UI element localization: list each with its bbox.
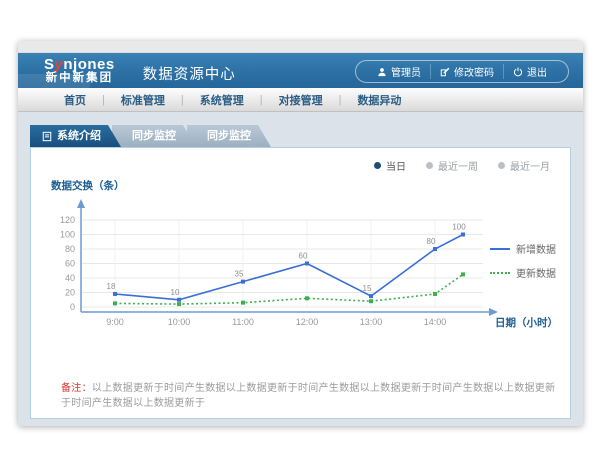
legend-line-sample xyxy=(490,272,510,274)
footnote-label: 备注： xyxy=(61,383,92,394)
user-menu-item-change-password[interactable]: 修改密码 xyxy=(430,64,503,79)
svg-text:18: 18 xyxy=(107,282,116,291)
user-menu-label: 退出 xyxy=(527,64,547,79)
nav-item-home[interactable]: 首页 xyxy=(48,92,102,108)
user-menu-item-admin[interactable]: 管理员 xyxy=(368,64,430,79)
svg-text:40: 40 xyxy=(65,273,75,283)
document-icon xyxy=(42,131,52,142)
legend-line-sample xyxy=(490,248,510,250)
svg-text:20: 20 xyxy=(65,288,75,298)
time-range-filters: 当日 最近一周 最近一月 xyxy=(43,156,550,174)
tab-system-intro[interactable]: 系统介绍 xyxy=(30,125,121,147)
radio-today[interactable]: 当日 xyxy=(374,158,406,173)
main-nav: 首页|标准管理|系统管理|对接管理|数据异动 xyxy=(18,88,583,112)
logo-subtitle: 新中新集团 xyxy=(44,72,115,84)
svg-text:120: 120 xyxy=(60,215,75,225)
user-menu: 管理员 修改密码 退出 xyxy=(355,60,569,83)
svg-text:15: 15 xyxy=(363,284,372,293)
tab-label: 同步监控 xyxy=(207,125,251,147)
radio-label: 最近一周 xyxy=(438,158,478,173)
svg-text:60: 60 xyxy=(299,252,308,261)
content-area: 系统介绍 同步监控 同步监控 当日 最近一周 最近一月 数据交换（条） 0 20 40 60 8… xyxy=(18,112,583,426)
nav-item-standard-mgmt[interactable]: 标准管理 xyxy=(105,92,181,108)
user-menu-item-logout[interactable]: 退出 xyxy=(503,64,556,79)
radio-dot xyxy=(426,162,433,169)
legend-item-update-data[interactable]: 更新数据 xyxy=(490,265,556,280)
company-logo: Synjones 新中新集团 xyxy=(44,57,115,85)
chart-legend: 新增数据更新数据 xyxy=(490,241,556,280)
svg-text:13:00: 13:00 xyxy=(360,317,383,327)
radio-dot xyxy=(498,162,505,169)
tab-sync-monitor-1[interactable]: 同步监控 xyxy=(112,125,196,147)
svg-text:11:00: 11:00 xyxy=(232,317,254,327)
user-icon xyxy=(377,67,387,77)
nav-item-connect-mgmt[interactable]: 对接管理 xyxy=(263,92,339,108)
user-menu-label: 修改密码 xyxy=(454,64,494,79)
svg-text:9:00: 9:00 xyxy=(106,317,124,327)
svg-text:35: 35 xyxy=(235,270,244,279)
svg-text:12:00: 12:00 xyxy=(296,317,319,327)
edit-icon xyxy=(440,67,450,77)
svg-text:60: 60 xyxy=(65,259,75,269)
legend-label: 新增数据 xyxy=(516,241,556,256)
svg-text:10:00: 10:00 xyxy=(168,317,191,327)
svg-text:80: 80 xyxy=(427,237,436,246)
radio-last-week[interactable]: 最近一周 xyxy=(426,158,478,173)
svg-text:100: 100 xyxy=(60,230,75,240)
nav-item-data-change[interactable]: 数据异动 xyxy=(341,92,417,108)
footnote-text: 以上数据更新于时间产生数据以上数据更新于时间产生数据以上数据更新于时间产生数据以… xyxy=(61,383,555,409)
app-header: Synjones 新中新集团 数据资源中心 管理员 修改密码 退出 xyxy=(18,53,583,88)
nav-item-system-mgmt[interactable]: 系统管理 xyxy=(184,92,260,108)
tab-bar: 系统介绍 同步监控 同步监控 xyxy=(30,125,583,147)
legend-label: 更新数据 xyxy=(516,265,556,280)
tab-sync-monitor-2[interactable]: 同步监控 xyxy=(187,125,271,147)
y-axis-title: 数据交换（条） xyxy=(51,178,558,193)
legend-item-new-data[interactable]: 新增数据 xyxy=(490,241,556,256)
tab-label: 同步监控 xyxy=(132,125,176,147)
svg-text:10: 10 xyxy=(171,288,180,297)
radio-last-month[interactable]: 最近一月 xyxy=(498,158,550,173)
user-menu-label: 管理员 xyxy=(391,64,421,79)
footnote: 备注：以上数据更新于时间产生数据以上数据更新于时间产生数据以上数据更新于时间产生… xyxy=(43,379,558,409)
svg-text:14:00: 14:00 xyxy=(424,317,447,327)
x-axis-title: 日期（小时） xyxy=(495,315,558,330)
tab-label: 系统介绍 xyxy=(57,125,101,147)
logo-wordmark: Synjones xyxy=(44,57,115,73)
radio-label: 最近一月 xyxy=(510,158,550,173)
radio-label: 当日 xyxy=(386,158,406,173)
radio-dot xyxy=(374,162,381,169)
svg-text:100: 100 xyxy=(452,223,466,232)
page-title: 数据资源中心 xyxy=(143,63,236,84)
svg-text:80: 80 xyxy=(65,244,75,254)
line-chart: 0 20 40 60 80 100 120 9:00 10:00 11:00 12:00 13:00 1… xyxy=(43,195,505,347)
power-icon xyxy=(513,67,523,77)
system-intro-panel: 当日 最近一周 最近一月 数据交换（条） 0 20 40 60 80 100 120 9:00 10… xyxy=(30,147,571,419)
window-top-strip xyxy=(18,41,583,53)
svg-text:0: 0 xyxy=(70,302,75,312)
app-window: Synjones 新中新集团 数据资源中心 管理员 修改密码 退出 首页|标准管理|… xyxy=(18,41,583,426)
chart-container: 0 20 40 60 80 100 120 9:00 10:00 11:00 12:00 13:00 1… xyxy=(43,195,558,347)
